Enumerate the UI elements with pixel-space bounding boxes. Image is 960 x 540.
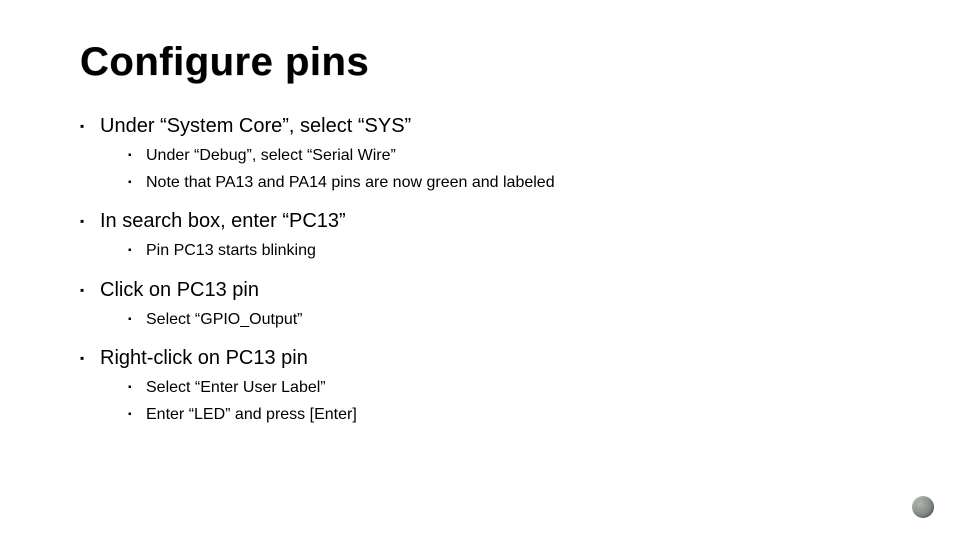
- sub-list: Select “GPIO_Output”: [100, 308, 900, 331]
- list-item: Enter “LED” and press [Enter]: [128, 403, 900, 426]
- sub-list: Pin PC13 starts blinking: [100, 239, 900, 262]
- list-item: Under “System Core”, select “SYS” Under …: [80, 113, 900, 194]
- slide: Configure pins Under “System Core”, sele…: [0, 0, 960, 540]
- sub-list: Select “Enter User Label” Enter “LED” an…: [100, 376, 900, 426]
- list-item-text: Pin PC13 starts blinking: [146, 242, 316, 259]
- bullet-list: Under “System Core”, select “SYS” Under …: [80, 113, 900, 426]
- list-item: Note that PA13 and PA14 pins are now gre…: [128, 171, 900, 194]
- list-item-text: Note that PA13 and PA14 pins are now gre…: [146, 174, 555, 191]
- list-item-text: Click on PC13 pin: [100, 279, 259, 301]
- list-item: Under “Debug”, select “Serial Wire”: [128, 144, 900, 167]
- list-item-text: Enter “LED” and press [Enter]: [146, 406, 357, 423]
- slide-number-icon: [912, 496, 934, 518]
- list-item-text: Select “Enter User Label”: [146, 379, 326, 396]
- list-item: In search box, enter “PC13” Pin PC13 sta…: [80, 208, 900, 262]
- list-item: Pin PC13 starts blinking: [128, 239, 900, 262]
- list-item: Select “Enter User Label”: [128, 376, 900, 399]
- list-item: Right-click on PC13 pin Select “Enter Us…: [80, 345, 900, 426]
- slide-title: Configure pins: [80, 40, 900, 85]
- list-item-text: Right-click on PC13 pin: [100, 347, 308, 369]
- list-item-text: Under “Debug”, select “Serial Wire”: [146, 147, 396, 164]
- list-item-text: Select “GPIO_Output”: [146, 311, 303, 328]
- list-item-text: In search box, enter “PC13”: [100, 210, 346, 232]
- list-item: Click on PC13 pin Select “GPIO_Output”: [80, 277, 900, 331]
- list-item: Select “GPIO_Output”: [128, 308, 900, 331]
- sub-list: Under “Debug”, select “Serial Wire” Note…: [100, 144, 900, 194]
- list-item-text: Under “System Core”, select “SYS”: [100, 115, 411, 137]
